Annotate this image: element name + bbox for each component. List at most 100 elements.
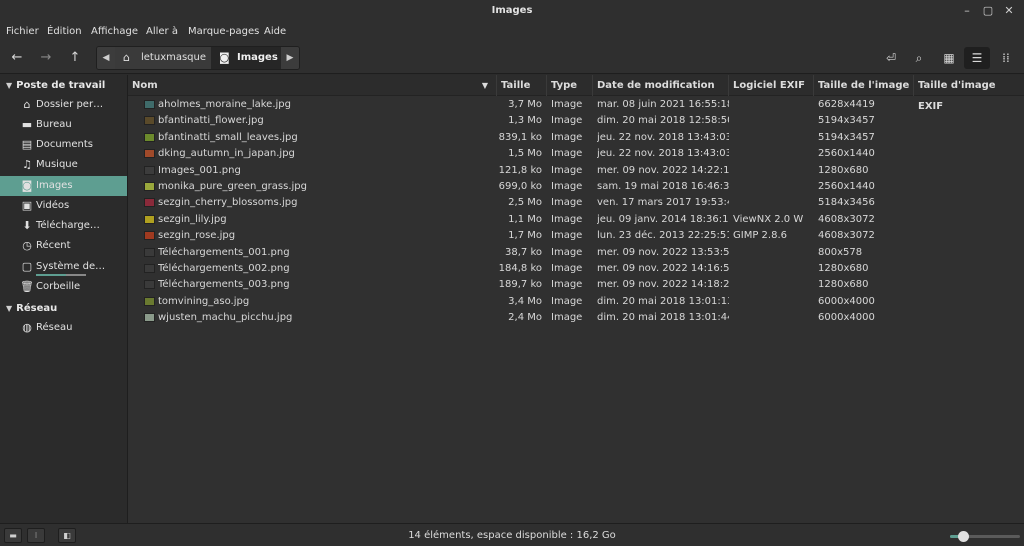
table-row[interactable]: Images_001.png 121,8 ko Image mer. 09 nov. …	[128, 163, 1024, 179]
minimize-icon[interactable]: –	[960, 4, 974, 18]
cell-image-size: 1280x680	[818, 279, 869, 291]
title-bar: Images – ▢ ✕	[0, 0, 1024, 22]
thumbnail-icon	[144, 231, 155, 241]
sidebar-item-telechargements[interactable]: ⬇ Télécharge…	[0, 216, 127, 236]
menu-edition[interactable]: Édition	[47, 26, 82, 37]
sidebar-item-reseau[interactable]: ◍ Réseau	[0, 318, 127, 338]
path-scroll-right-icon[interactable]: ▶	[281, 47, 299, 69]
sidebar-item-dossier-personnel[interactable]: ⌂ Dossier per…	[0, 95, 127, 115]
table-row[interactable]: bfantinatti_flower.jpg 1,3 Mo Image dim. 20…	[128, 113, 1024, 129]
cell-image-size: 4608x3072	[818, 213, 875, 225]
table-row[interactable]: bfantinatti_small_leaves.jpg 839,1 ko Imag…	[128, 130, 1024, 146]
column-header-taille[interactable]: Taille	[497, 75, 547, 96]
column-header-nom[interactable]: Nom ▼	[128, 75, 497, 96]
breadcrumb-home[interactable]: ⌂ letuxmasque	[115, 47, 211, 69]
icon-view-icon[interactable]: ▦	[936, 47, 962, 69]
cell-image-size: 5194x3457	[818, 131, 875, 143]
sidebar-item-corbeille[interactable]: 🗑 Corbeille	[0, 277, 127, 297]
table-row[interactable]: sezgin_rose.jpg 1,7 Mo Image lun. 23 déc. 2…	[128, 228, 1024, 244]
cell-exif-image-size	[918, 277, 1018, 293]
menu-fichier[interactable]: Fichier	[6, 26, 39, 37]
cell-size: 699,0 ko	[498, 181, 542, 192]
location-toggle-icon[interactable]: ⏎	[878, 47, 904, 69]
sidebar-item-documents[interactable]: ▤ Documents	[0, 135, 127, 155]
cell-exif-image-size	[918, 130, 1018, 146]
cell-exif-software	[733, 179, 811, 195]
column-header-date[interactable]: Date de modification	[593, 75, 729, 96]
zoom-slider[interactable]	[950, 531, 1020, 542]
column-header-type[interactable]: Type	[547, 75, 593, 96]
breadcrumb: ◀ ⌂ letuxmasque ◙ Images ▶	[96, 46, 300, 70]
search-icon[interactable]: ⌕	[906, 47, 932, 69]
cell-image-size: 6628x4419	[818, 99, 875, 110]
collapse-triangle-icon: ▼	[6, 304, 13, 313]
column-header-taille-image-exif[interactable]: Taille d'image EXIF	[914, 75, 1024, 112]
menu-marque-pages[interactable]: Marque-pages	[188, 26, 259, 37]
cell-size: 2,4 Mo	[508, 312, 542, 324]
sidebar-item-videos[interactable]: ▣ Vidéos	[0, 196, 127, 216]
table-row[interactable]: wjusten_machu_picchu.jpg 2,4 Mo Image dim. …	[128, 310, 1024, 326]
sidebar-section-reseau[interactable]: ▼ Réseau	[6, 303, 57, 314]
sidebar-item-recent[interactable]: ◷ Récent	[0, 236, 127, 256]
camera-icon: ◙	[21, 179, 33, 192]
cell-name: tomvining_aso.jpg	[158, 295, 250, 307]
cell-size: 38,7 ko	[505, 246, 542, 258]
cell-date: mar. 08 juin 2021 16:55:18	[597, 99, 729, 110]
arrow-left-icon[interactable]: ←	[7, 48, 27, 68]
table-row[interactable]: dking_autumn_in_japan.jpg 1,5 Mo Image jeu.…	[128, 146, 1024, 162]
cell-exif-image-size	[918, 294, 1018, 310]
cell-size: 839,1 ko	[498, 131, 542, 143]
table-row[interactable]: monika_pure_green_grass.jpg 699,0 ko Image…	[128, 179, 1024, 195]
table-row[interactable]: Téléchargements_003.png 189,7 ko Image mer.…	[128, 277, 1024, 293]
table-row[interactable]: sezgin_lily.jpg 1,1 Mo Image jeu. 09 janv. …	[128, 212, 1024, 228]
table-row[interactable]: Téléchargements_002.png 184,8 ko Image mer.…	[128, 261, 1024, 277]
thumbnail-icon	[144, 182, 155, 191]
cell-name: sezgin_lily.jpg	[158, 213, 227, 225]
compact-view-icon[interactable]: ⁞⁞	[993, 47, 1019, 69]
sidebar-item-label: Système de…	[36, 261, 106, 272]
list-view-icon[interactable]: ☰	[964, 47, 990, 69]
menu-aller-a[interactable]: Aller à	[146, 26, 178, 37]
sidebar-item-label: Télécharge…	[36, 220, 100, 231]
sidebar-item-musique[interactable]: ♫ Musique	[0, 155, 127, 175]
cell-name: Téléchargements_002.png	[158, 263, 290, 274]
music-icon: ♫	[22, 158, 32, 171]
menu-affichage[interactable]: Affichage	[91, 26, 138, 37]
column-headers: Nom ▼ Taille Type Date de modification L…	[128, 75, 1024, 112]
arrow-right-icon[interactable]: →	[36, 48, 56, 68]
arrow-up-icon[interactable]: ↑	[65, 48, 85, 68]
column-header-taille-image[interactable]: Taille de l'image	[814, 75, 914, 96]
thumbnail-icon	[144, 198, 155, 208]
sidebar-section-poste[interactable]: ▼ Poste de travail	[6, 80, 105, 91]
cell-type: Image	[551, 181, 583, 192]
sidebar-item-images[interactable]: ◙ Images	[0, 176, 127, 196]
path-scroll-left-icon[interactable]: ◀	[97, 47, 115, 69]
window-title: Images	[491, 5, 533, 16]
column-header-label: Taille	[501, 80, 531, 91]
sidebar-item-systeme[interactable]: ▢ Système de…	[0, 257, 127, 277]
cell-exif-software	[733, 97, 811, 113]
cell-name: Téléchargements_001.png	[158, 246, 290, 258]
cell-size: 121,8 ko	[498, 164, 542, 176]
table-row[interactable]: tomvining_aso.jpg 3,4 Mo Image dim. 20 mai …	[128, 294, 1024, 310]
thumbnail-icon	[144, 100, 155, 109]
cell-date: jeu. 22 nov. 2018 13:43:03	[597, 131, 729, 143]
cell-exif-image-size	[918, 97, 1018, 113]
thumbnail-icon	[144, 264, 155, 273]
sidebar-item-label: Documents	[36, 139, 94, 150]
sidebar-item-label: Récent	[36, 240, 71, 251]
cell-name: aholmes_moraine_lake.jpg	[158, 99, 291, 110]
close-icon[interactable]: ✕	[1002, 4, 1016, 18]
maximize-icon[interactable]: ▢	[981, 4, 995, 18]
table-row[interactable]: aholmes_moraine_lake.jpg 3,7 Mo Image mar. …	[128, 97, 1024, 113]
breadcrumb-images[interactable]: ◙ Images	[211, 47, 281, 69]
menu-aide[interactable]: Aide	[264, 26, 286, 37]
table-row[interactable]: Téléchargements_001.png 38,7 ko Image mer. …	[128, 245, 1024, 261]
cell-name: monika_pure_green_grass.jpg	[158, 181, 307, 192]
cell-date: mer. 09 nov. 2022 14:22:13	[597, 164, 729, 176]
sidebar-item-bureau[interactable]: ▬ Bureau	[0, 115, 127, 135]
zoom-slider-handle[interactable]	[957, 531, 969, 542]
table-row[interactable]: sezgin_cherry_blossoms.jpg 2,5 Mo Image ven…	[128, 195, 1024, 211]
cell-name: Images_001.png	[158, 164, 241, 176]
column-header-logiciel-exif[interactable]: Logiciel EXIF	[729, 75, 814, 96]
